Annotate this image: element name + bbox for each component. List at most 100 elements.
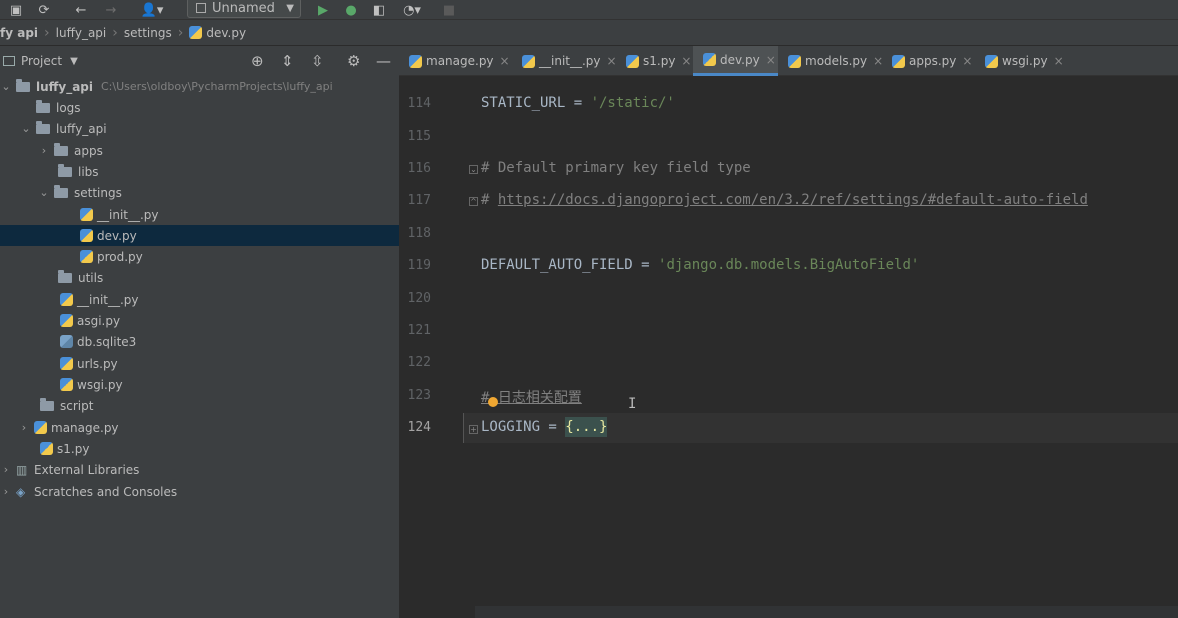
breadcrumb-luffy-api[interactable]: luffy_api: [56, 26, 107, 40]
sync-icon[interactable]: ⟳: [36, 0, 52, 20]
line-number: 121: [407, 323, 431, 338]
tree-item-apps[interactable]: › apps: [0, 140, 399, 161]
code-line-124: LOGGING = {...}: [481, 417, 608, 437]
profile-icon[interactable]: ◔▾: [398, 0, 426, 20]
python-file-icon: [60, 314, 73, 327]
tree-item-external-libraries[interactable]: › ▥ External Libraries: [0, 459, 399, 480]
stop-icon[interactable]: ■: [442, 0, 456, 20]
python-file-icon: [522, 54, 535, 68]
code-comment: #: [481, 192, 498, 208]
coverage-icon[interactable]: ◧: [371, 0, 387, 20]
breadcrumb-project[interactable]: fy api: [0, 26, 38, 40]
tree-item-luffy-api-root[interactable]: ⌄ luffy_api C:\Users\oldboy\PycharmProject…: [0, 76, 399, 97]
tree-item-label: dev.py: [97, 228, 137, 243]
chevron-down-icon[interactable]: ⌄: [0, 80, 12, 93]
tab-manage-py[interactable]: manage.py ×: [399, 46, 512, 76]
line-number-current: 124: [407, 420, 431, 435]
close-icon[interactable]: ×: [1054, 54, 1064, 68]
line-number: 117: [407, 193, 431, 208]
code-line-117: # https://docs.djangoproject.com/en/3.2/…: [481, 192, 1088, 208]
tree-item-libs[interactable]: libs: [0, 161, 399, 182]
tab-s1-py[interactable]: s1.py ×: [616, 46, 693, 76]
text-cursor-icon: I: [628, 396, 637, 412]
tree-item-db-sqlite3[interactable]: db.sqlite3: [0, 331, 399, 352]
python-file-icon: [985, 54, 998, 68]
debug-icon[interactable]: ●: [343, 0, 359, 20]
tree-item-init-py[interactable]: __init__.py: [0, 289, 399, 310]
chevron-down-icon[interactable]: ⌄: [20, 122, 32, 135]
chevron-right-icon[interactable]: ›: [38, 144, 50, 157]
tree-item-label: wsgi.py: [77, 377, 123, 392]
tree-item-utils[interactable]: utils: [0, 267, 399, 288]
python-file-icon: [892, 54, 905, 68]
chevron-down-icon[interactable]: ▼: [70, 56, 78, 67]
locate-icon[interactable]: ⊕: [251, 46, 264, 76]
tree-item-label: Scratches and Consoles: [34, 484, 178, 499]
tree-item-asgi-py[interactable]: asgi.py: [0, 310, 399, 331]
lightbulb-icon[interactable]: [488, 397, 498, 407]
tree-item-label: libs: [78, 164, 99, 179]
project-panel-title[interactable]: Project: [21, 54, 62, 68]
collapse-all-icon[interactable]: ⇳: [311, 46, 324, 76]
tree-item-scratches[interactable]: › ◈ Scratches and Consoles: [0, 481, 399, 502]
library-icon: ▥: [16, 462, 28, 477]
chevron-right-icon[interactable]: ›: [18, 421, 30, 434]
tree-item-wsgi-py[interactable]: wsgi.py: [0, 374, 399, 395]
hide-icon[interactable]: —: [376, 46, 391, 76]
tree-item-logs[interactable]: logs: [0, 97, 399, 118]
tree-item-label: manage.py: [51, 420, 119, 435]
user-icon[interactable]: 👤▾: [138, 0, 166, 20]
close-icon[interactable]: ×: [500, 54, 510, 68]
tab-init-py[interactable]: __init__.py ×: [512, 46, 617, 76]
expand-all-icon[interactable]: ⇕: [281, 46, 294, 76]
chevron-right-icon[interactable]: ›: [0, 463, 12, 476]
close-icon[interactable]: ×: [962, 54, 972, 68]
run-configuration-selector[interactable]: Unnamed ▼: [187, 0, 301, 18]
tree-item-prod-py[interactable]: prod.py: [0, 246, 399, 267]
tab-models-py[interactable]: models.py ×: [778, 46, 883, 76]
gear-icon[interactable]: ⚙: [347, 46, 360, 76]
tree-item-label: External Libraries: [34, 462, 140, 477]
close-icon[interactable]: ×: [766, 53, 776, 67]
tab-label: models.py: [805, 54, 868, 68]
folded-code-block[interactable]: {...}: [565, 417, 608, 437]
tree-item-label: asgi.py: [77, 313, 121, 328]
back-icon[interactable]: ←: [73, 0, 89, 20]
tree-item-luffy-api[interactable]: ⌄ luffy_api: [0, 118, 399, 139]
tree-item-urls-py[interactable]: urls.py: [0, 353, 399, 374]
breadcrumb-file[interactable]: dev.py: [189, 26, 246, 40]
save-icon[interactable]: ▣: [8, 0, 24, 20]
tree-item-s1-py[interactable]: s1.py: [0, 438, 399, 459]
folder-icon: [58, 163, 72, 177]
close-icon[interactable]: ×: [681, 54, 691, 68]
line-number: 122: [407, 355, 431, 370]
run-config-icon: [196, 3, 206, 13]
breadcrumb-settings[interactable]: settings: [124, 26, 172, 40]
tree-item-manage-py[interactable]: › manage.py: [0, 417, 399, 438]
tree-item-settings-init-py[interactable]: __init__.py: [0, 204, 399, 225]
tree-item-dev-py[interactable]: dev.py: [0, 225, 399, 246]
forward-icon[interactable]: →: [103, 0, 119, 20]
fold-marker-icon[interactable]: ^: [469, 197, 478, 206]
tree-item-settings[interactable]: ⌄ settings: [0, 182, 399, 203]
chevron-right-icon[interactable]: ›: [0, 485, 12, 498]
tab-wsgi-py[interactable]: wsgi.py ×: [975, 46, 1065, 76]
chevron-down-icon[interactable]: ⌄: [38, 186, 50, 199]
fold-marker-icon[interactable]: +: [469, 425, 478, 434]
fold-marker-icon[interactable]: ⌄: [469, 165, 478, 174]
tab-label: apps.py: [909, 54, 957, 68]
code-editor[interactable]: [399, 76, 1178, 618]
folder-icon: [54, 184, 68, 198]
scratches-icon: ◈: [16, 484, 26, 499]
python-file-icon: [60, 293, 73, 306]
tree-item-script[interactable]: script: [0, 395, 399, 416]
python-file-icon: [626, 54, 639, 68]
code-comment-link[interactable]: https://docs.djangoproject.com/en/3.2/re…: [498, 192, 1088, 208]
code-token: STATIC_URL =: [481, 95, 591, 111]
tab-apps-py[interactable]: apps.py ×: [882, 46, 975, 76]
code-line-119: DEFAULT_AUTO_FIELD = 'django.db.models.B…: [481, 257, 919, 273]
breadcrumb-file-label: dev.py: [206, 25, 247, 40]
tree-item-label: __init__.py: [97, 207, 159, 222]
tab-dev-py[interactable]: dev.py ×: [693, 46, 778, 76]
run-icon[interactable]: ▶: [315, 0, 331, 20]
